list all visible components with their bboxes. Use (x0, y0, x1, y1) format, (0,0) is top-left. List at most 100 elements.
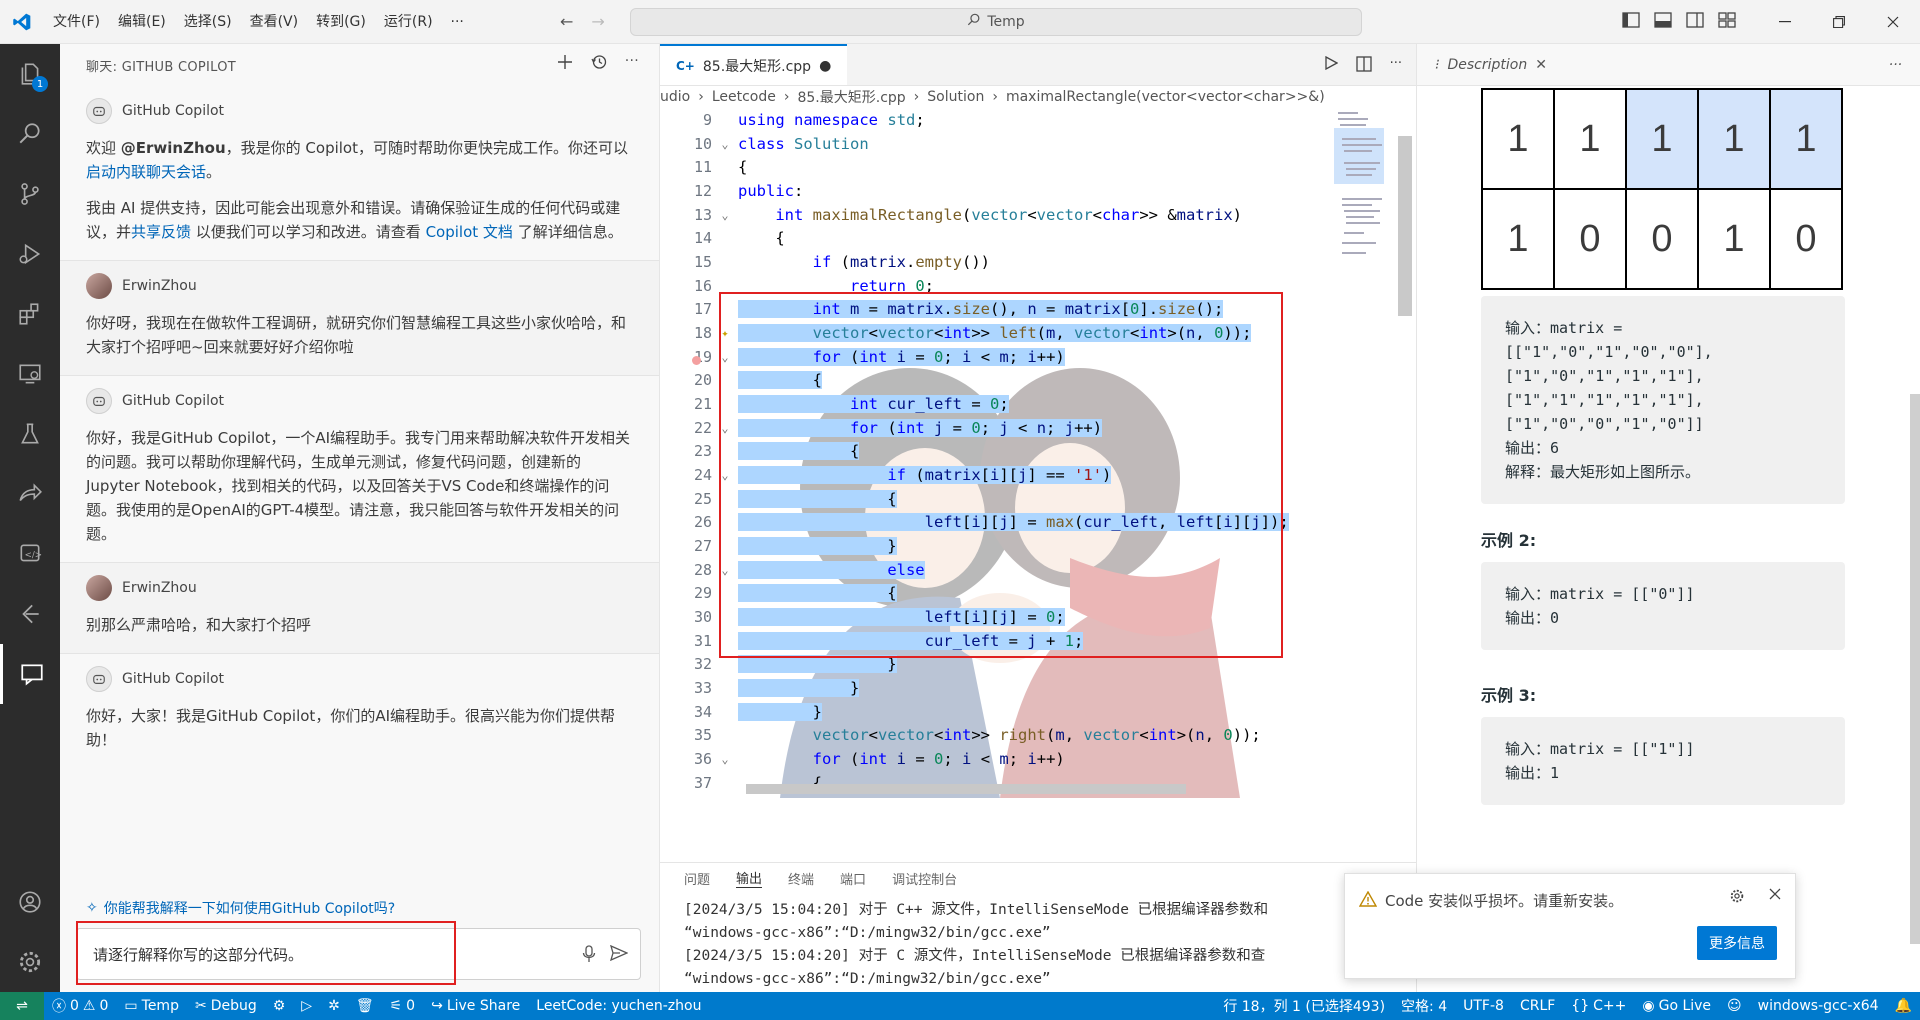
editor-tab[interactable]: C+ 85.最大矩形.cpp ● (660, 44, 848, 85)
leetcode-icon[interactable]: </> (0, 524, 60, 584)
run-play-icon[interactable]: ▷ (293, 998, 320, 1014)
code-line[interactable]: 38 int cur_right = n; (660, 794, 1340, 798)
copilot-docs-link[interactable]: Copilot 文档 (426, 223, 513, 241)
debug-status[interactable]: ✂ Debug (187, 998, 265, 1014)
fold-chevron-icon[interactable]: ⌄ (712, 208, 738, 222)
description-tab[interactable]: ⁝ Description ✕ ··· (1417, 44, 1920, 86)
folder-status[interactable]: ▭ Temp (116, 998, 187, 1014)
go-live-status[interactable]: ◉ Go Live (1634, 998, 1719, 1014)
testing-flask-icon[interactable] (0, 404, 60, 464)
panel-tab-ports[interactable]: 端口 (840, 869, 866, 888)
breadcrumb-item[interactable]: maximalRectangle(vector<vector<char>>&) (1006, 89, 1325, 105)
eol-status[interactable]: CRLF (1512, 998, 1563, 1014)
encoding-status[interactable]: UTF-8 (1455, 998, 1512, 1014)
forward-arrow-icon[interactable]: → (591, 12, 604, 31)
breakpoint-dot-icon[interactable] (692, 355, 701, 365)
code-line[interactable]: 11 { (660, 155, 1340, 179)
explorer-icon[interactable]: 1 (0, 44, 60, 104)
code-line[interactable]: 15 if (matrix.empty()) (660, 250, 1340, 274)
debug-bug-icon[interactable]: ✲ (320, 998, 348, 1014)
suggested-question[interactable]: ✧ 你能帮我解释一下如何使用GitHub Copilot吗? (86, 898, 395, 918)
settings-gear-icon[interactable] (0, 932, 60, 992)
trash-icon[interactable]: 🗑 (348, 998, 382, 1014)
chat-icon[interactable] (0, 644, 60, 704)
editor-horizontal-scrollbar[interactable] (746, 784, 1186, 794)
indentation-status[interactable]: 空格: 4 (1393, 996, 1455, 1016)
remote-explorer-icon[interactable] (0, 344, 60, 404)
fold-chevron-icon[interactable]: ⌄ (712, 137, 738, 151)
command-center-search[interactable]: Temp (630, 8, 1362, 36)
code-line[interactable]: 35 vector<vector<int>> right(m, vector<i… (660, 723, 1340, 747)
code-line[interactable]: 34 } (660, 700, 1340, 724)
breadcrumb-item[interactable]: udio (660, 89, 690, 105)
notifications-bell-icon[interactable]: 🔔 (1887, 998, 1920, 1014)
run-debug-icon[interactable] (0, 224, 60, 284)
close-tab-icon[interactable]: ✕ (1535, 57, 1547, 73)
source-control-icon[interactable] (0, 164, 60, 224)
more-info-button[interactable]: 更多信息 (1697, 926, 1777, 960)
language-status[interactable]: {} C++ (1563, 998, 1634, 1014)
breadcrumb-item[interactable]: Leetcode (712, 89, 776, 105)
copilot-status-icon[interactable]: ☺ (1719, 998, 1750, 1014)
code-line[interactable]: 10 ⌄ class Solution (660, 132, 1340, 156)
menu-more[interactable]: ··· (442, 0, 473, 44)
live-share-icon[interactable] (0, 464, 60, 524)
description-scrollbar[interactable] (1910, 394, 1920, 944)
menu-run[interactable]: 运行(R) (375, 0, 442, 44)
remote-indicator-icon[interactable]: ⇌ (0, 992, 44, 1020)
inline-chat-link[interactable]: 启动内联聊天会话 (86, 163, 206, 181)
extensions-icon[interactable] (0, 284, 60, 344)
panel-tab-debug-console[interactable]: 调试控制台 (892, 869, 957, 888)
menu-file[interactable]: 文件(F) (44, 0, 109, 44)
account-icon[interactable] (0, 872, 60, 932)
minimap[interactable] (1334, 108, 1392, 798)
desc-more-icon[interactable]: ··· (1889, 57, 1902, 73)
timeline-icon[interactable] (0, 584, 60, 644)
build-gear-icon[interactable]: ⚙ (265, 998, 294, 1014)
notification-settings-icon[interactable] (1729, 888, 1745, 908)
maximize-icon[interactable] (1812, 0, 1866, 44)
more-actions-icon[interactable]: ··· (625, 54, 639, 74)
code-line[interactable]: 13 ⌄ int maximalRectangle(vector<vector<c… (660, 203, 1340, 227)
notification-close-icon[interactable] (1769, 888, 1781, 904)
new-chat-plus-icon[interactable] (557, 54, 573, 74)
toggle-sidebar-icon[interactable] (1622, 12, 1640, 32)
problems-status[interactable]: ⓧ 0 ⚠ 0 (44, 996, 116, 1016)
menu-view[interactable]: 查看(V) (241, 0, 308, 44)
microphone-icon[interactable] (582, 945, 596, 967)
minimize-icon[interactable] (1758, 0, 1812, 44)
leetcode-status[interactable]: LeetCode: yuchen-zhou (528, 998, 709, 1014)
history-icon[interactable] (591, 54, 607, 74)
editor-scrollbar[interactable] (1398, 136, 1412, 316)
cursor-position[interactable]: 行 18，列 1 (已选择493) (1215, 996, 1393, 1016)
fold-chevron-icon[interactable]: ⌄ (712, 752, 738, 766)
code-line[interactable]: 36 ⌄ for (int i = 0; i < m; i++) (660, 747, 1340, 771)
breadcrumb-item[interactable]: 85.最大矩形.cpp (797, 87, 905, 107)
search-view-icon[interactable] (0, 104, 60, 164)
back-arrow-icon[interactable]: ← (560, 12, 573, 31)
ports-status[interactable]: ⚟ 0 (382, 998, 423, 1014)
live-share-status[interactable]: ↪ Live Share (423, 998, 528, 1014)
menu-selection[interactable]: 选择(S) (175, 0, 241, 44)
split-editor-icon[interactable] (1355, 56, 1372, 76)
code-line[interactable]: 14 { (660, 226, 1340, 250)
share-feedback-link[interactable]: 共享反馈 (131, 223, 191, 241)
panel-tab-terminal[interactable]: 终端 (788, 869, 814, 888)
code-line[interactable]: 33 } (660, 676, 1340, 700)
run-file-icon[interactable] (1324, 55, 1338, 76)
menu-go[interactable]: 转到(G) (307, 0, 375, 44)
breadcrumb-item[interactable]: Solution (927, 89, 984, 105)
code-line[interactable]: 9 using namespace std; (660, 108, 1340, 132)
customize-layout-icon[interactable] (1718, 12, 1736, 32)
editor-more-icon[interactable]: ··· (1390, 56, 1402, 76)
toggle-secondary-sidebar-icon[interactable] (1686, 12, 1704, 32)
panel-tab-output[interactable]: 输出 (736, 868, 763, 888)
toggle-panel-icon[interactable] (1654, 12, 1672, 32)
panel-tab-problems[interactable]: 问题 (684, 869, 710, 888)
unsaved-dot-icon[interactable]: ● (819, 58, 831, 74)
close-window-icon[interactable] (1866, 0, 1920, 44)
send-icon[interactable] (609, 944, 629, 967)
code-line[interactable]: 12 public: (660, 179, 1340, 203)
compiler-config-status[interactable]: windows-gcc-x64 (1750, 998, 1887, 1014)
menu-edit[interactable]: 编辑(E) (109, 0, 175, 44)
